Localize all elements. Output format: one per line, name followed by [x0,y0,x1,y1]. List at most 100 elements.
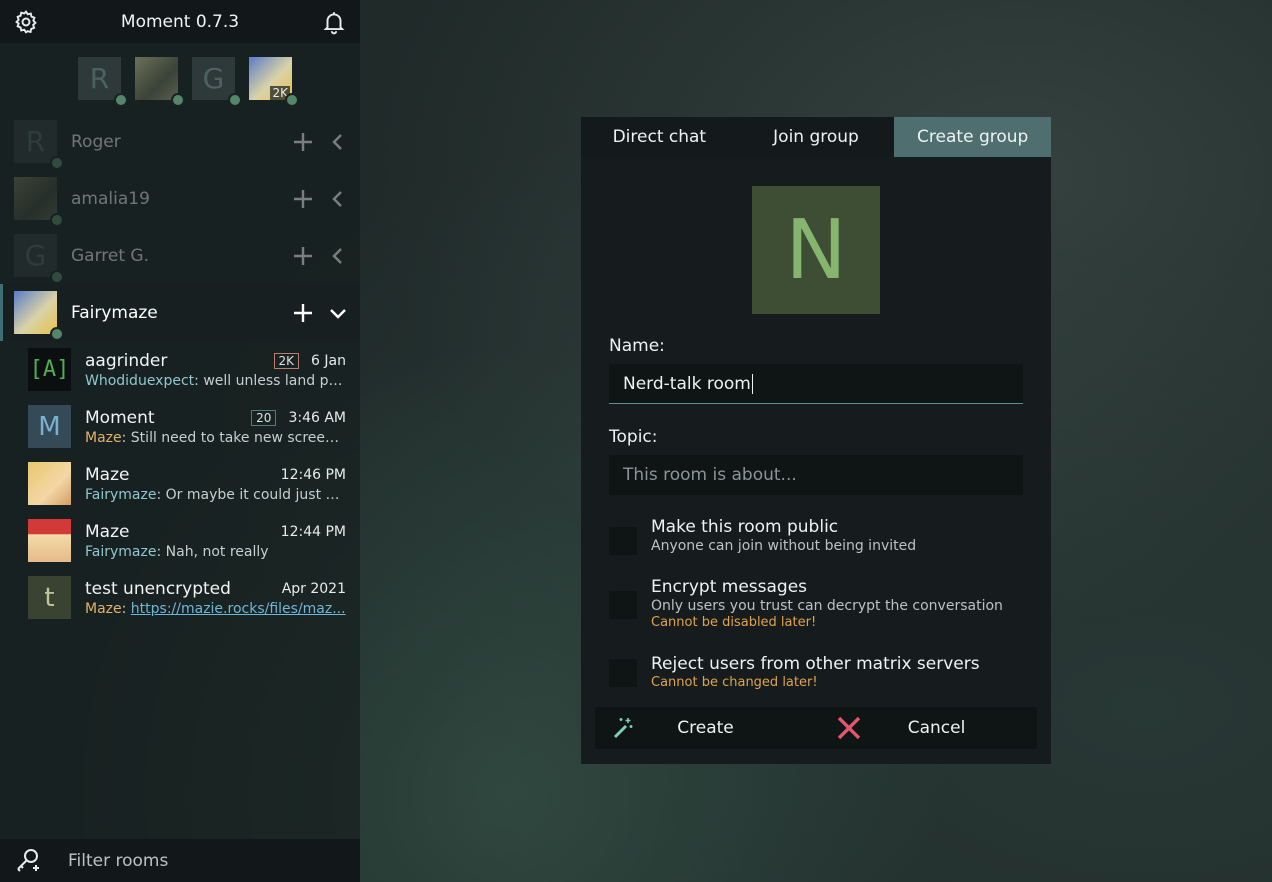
unread-badge: 2K [273,352,300,369]
account-name: Garret G. [71,245,150,266]
room-avatar: t [28,576,71,619]
account-row-garret[interactable]: G Garret G. [0,227,360,284]
avatar-letter: R [89,61,110,95]
chevron-left-icon[interactable] [325,243,351,269]
option-warning: Cannot be disabled later! [651,615,817,630]
room-name: Moment [85,407,155,428]
name-label: Name: [609,336,665,356]
room-avatar [28,462,71,505]
last-message: Nah, not really [165,543,269,560]
last-sender: Maze [85,600,122,617]
topic-input[interactable]: This room is about... [609,455,1023,495]
avatar [14,291,64,341]
presence-dot [50,327,64,341]
option-title: Reject users from other matrix servers [651,654,980,674]
tab-join-group[interactable]: Join group [737,117,895,157]
public-checkbox[interactable] [609,527,637,555]
chevron-left-icon[interactable] [325,186,351,212]
account-avatar-amalia19[interactable] [135,56,185,107]
account-avatar-garret[interactable]: G [192,56,242,107]
presence-dot [114,92,128,107]
room-avatar: M [28,405,71,448]
app-title: Moment 0.7.3 [120,11,240,32]
avatar-letter: G [202,61,225,95]
account-name: Roger [71,131,121,152]
last-sender: Fairymaze [85,486,157,503]
filter-bar: Filter rooms [0,839,360,882]
avatar: R [14,120,64,170]
account-name: amalia19 [71,188,150,209]
room-avatar [28,519,71,562]
topic-label: Topic: [609,427,658,447]
room-avatar-preview[interactable]: N [752,186,880,314]
room-time: 3:46 AM [288,409,346,426]
dialog-buttons: Create Cancel [595,707,1037,749]
message-link[interactable]: https://mazie.rocks/files/maz... [131,601,346,617]
room-time: 12:44 PM [280,523,346,540]
new-room-dialog: Direct chat Join group Create group N Na… [581,117,1052,764]
presence-dot [50,213,64,227]
cancel-button[interactable]: Cancel [816,707,1037,749]
avatar-letter: G [24,239,47,272]
last-message: Still need to take new screens... [130,429,346,446]
account-name: Fairymaze [71,302,158,323]
avatar [14,177,64,227]
filter-rooms-input[interactable]: Filter rooms [68,851,168,871]
top-bar: Moment 0.7.3 [0,0,360,43]
room-item[interactable]: M Moment 20 3:46 AM Maze: Still need to … [0,398,360,455]
last-message: Or maybe it could just be... [165,486,346,503]
option-subtitle: Only users you trust can decrypt the con… [651,598,1003,614]
last-sender: Fairymaze [85,543,157,560]
last-sender: Maze [85,429,122,446]
encrypt-checkbox[interactable] [609,591,637,619]
option-encrypt: Encrypt messages Only users you trust ca… [609,577,1029,630]
presence-dot [285,92,299,107]
tab-direct-chat[interactable]: Direct chat [581,117,738,157]
presence-dot [50,270,64,284]
room-name: aagrinder [85,350,168,371]
option-subtitle: Anyone can join without being invited [651,538,917,554]
option-title: Encrypt messages [651,577,808,597]
filter-key-icon[interactable] [14,845,42,877]
plus-icon[interactable] [290,129,316,155]
room-item[interactable]: Maze 12:46 PM Fairymaze: Or maybe it cou… [0,455,360,512]
account-avatar-fairymaze[interactable]: 2K [249,56,299,107]
account-row-fairymaze[interactable]: Fairymaze [0,284,360,341]
magic-wand-icon [613,718,633,739]
text-caret [751,373,753,394]
bell-icon[interactable] [320,8,348,36]
plus-icon[interactable] [290,186,316,212]
option-warning: Cannot be changed later! [651,675,818,690]
account-avatar-roger[interactable]: R [78,56,128,107]
room-time: 6 Jan [311,352,346,369]
option-reject-federation: Reject users from other matrix servers C… [609,654,1029,690]
room-avatar: [A] [28,348,71,391]
chevron-left-icon[interactable] [325,129,351,155]
room-name: Maze [85,464,130,485]
settings-gear-icon[interactable] [12,8,40,36]
account-row-roger[interactable]: R Roger [0,113,360,170]
chevron-down-icon[interactable] [325,300,351,326]
plus-icon[interactable] [290,300,316,326]
account-row-amalia19[interactable]: amalia19 [0,170,360,227]
room-time: 12:46 PM [280,466,346,483]
room-item[interactable]: t test unencrypted Apr 2021 Maze: https:… [0,569,360,626]
dialog-tabs: Direct chat Join group Create group [581,117,1052,157]
room-time: Apr 2021 [281,580,346,597]
reject-federation-checkbox[interactable] [609,659,637,687]
room-name: Maze [85,521,130,542]
tab-create-group[interactable]: Create group [894,117,1052,157]
presence-dot [50,156,64,170]
presence-dot [228,92,242,107]
last-sender: Whodiduexpect [85,372,195,389]
option-public: Make this room public Anyone can join wi… [609,517,1029,555]
option-title: Make this room public [651,517,839,537]
plus-icon[interactable] [290,243,316,269]
room-name-input[interactable]: Nerd-talk room [609,364,1023,404]
room-item[interactable]: Maze 12:44 PM Fairymaze: Nah, not really [0,512,360,569]
unread-badge: 20 [251,409,277,426]
room-name: test unencrypted [85,578,231,599]
room-item[interactable]: [A] aagrinder 2K 6 Jan Whodiduexpect: we… [0,341,360,398]
create-button[interactable]: Create [595,707,816,749]
account-switcher: R G 2K [0,43,360,113]
